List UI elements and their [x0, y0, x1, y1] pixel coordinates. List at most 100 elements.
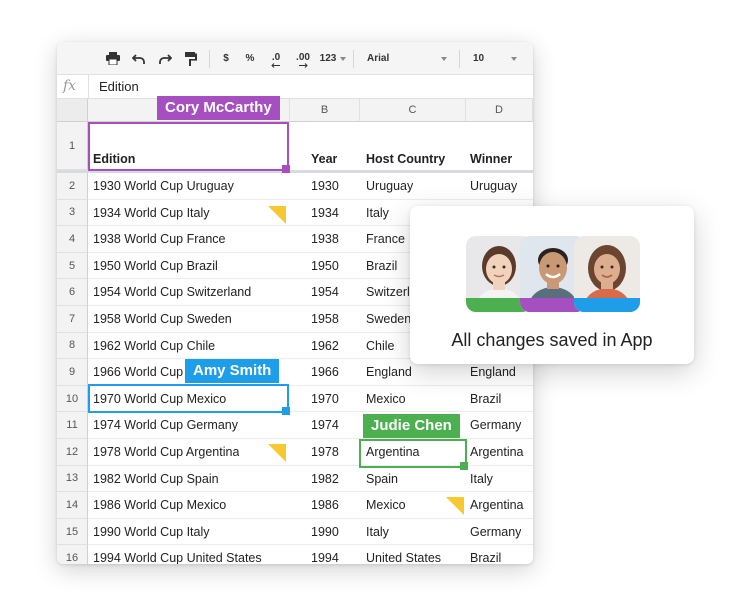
header-cell-host-country[interactable]: Host Country — [366, 152, 445, 166]
cell-year[interactable]: 1994 — [311, 551, 339, 564]
row-header[interactable]: 14 — [57, 492, 88, 519]
row-header[interactable]: 10 — [57, 385, 88, 413]
cell-winner[interactable]: Argentina — [470, 498, 524, 512]
row-header[interactable]: 2 — [57, 173, 88, 200]
amy-selection-handle[interactable] — [282, 407, 290, 415]
cell-edition[interactable]: 1950 World Cup Brazil — [93, 259, 218, 273]
cell-year[interactable]: 1930 — [311, 179, 339, 193]
cory-selection-box — [88, 122, 289, 171]
cell-year[interactable]: 1966 — [311, 365, 339, 379]
cell-host-country[interactable]: Spain — [366, 472, 398, 486]
cell-winner[interactable]: Brazil — [470, 551, 501, 564]
cell-edition[interactable]: 1982 World Cup Spain — [93, 472, 219, 486]
formula-divider — [88, 75, 89, 99]
cell-host-country[interactable]: Uruguay — [366, 179, 413, 193]
judie-selection-handle[interactable] — [460, 462, 468, 470]
cell-year[interactable]: 1986 — [311, 498, 339, 512]
increase-decimals-button[interactable]: .00 — [291, 42, 315, 75]
cell-host-country[interactable]: United States — [366, 551, 441, 564]
cell-edition[interactable]: 1938 World Cup France — [93, 232, 225, 246]
cell-edition[interactable]: 1978 World Cup Argentina — [93, 445, 239, 459]
cell-year[interactable]: 1970 — [311, 392, 339, 406]
row-header[interactable]: 6 — [57, 279, 88, 306]
cell-winner[interactable]: England — [470, 365, 516, 379]
cell-winner[interactable]: Brazil — [470, 392, 501, 406]
row-gridline — [88, 198, 533, 200]
cell-year[interactable]: 1990 — [311, 525, 339, 539]
percent-button[interactable]: % — [241, 42, 259, 75]
chevron-down-icon — [511, 56, 517, 61]
row-header[interactable]: 16 — [57, 545, 88, 564]
cell-year[interactable]: 1954 — [311, 285, 339, 299]
cell-year[interactable]: 1982 — [311, 472, 339, 486]
cell-winner[interactable]: Uruguay — [470, 179, 517, 193]
amy-selection-box — [88, 384, 289, 413]
row-header[interactable]: 3 — [57, 199, 88, 227]
cell-edition[interactable]: 1954 World Cup Switzerland — [93, 285, 251, 299]
cell-year[interactable]: 1958 — [311, 312, 339, 326]
column-header-d[interactable]: D — [466, 99, 533, 122]
cell-edition[interactable]: 1930 World Cup Uruguay — [93, 179, 234, 193]
column-header-b[interactable]: B — [290, 99, 360, 122]
header-cell-winner[interactable]: Winner — [470, 152, 512, 166]
judie-selection-box — [359, 439, 467, 468]
cell-year[interactable]: 1950 — [311, 259, 339, 273]
cell-winner[interactable]: Argentina — [470, 445, 524, 459]
select-all-corner[interactable] — [57, 99, 88, 122]
row-header[interactable]: 7 — [57, 306, 88, 333]
row-header[interactable]: 13 — [57, 465, 88, 493]
number-format-dropdown[interactable]: 123 — [317, 42, 349, 75]
cory-selection-handle[interactable] — [282, 165, 290, 173]
undo-icon[interactable] — [129, 42, 149, 75]
cell-host-country[interactable]: Chile — [366, 339, 395, 353]
font-family-label: Arial — [367, 53, 390, 64]
cell-host-country[interactable]: Mexico — [366, 392, 406, 406]
cell-host-country[interactable]: England — [366, 365, 412, 379]
font-size-dropdown[interactable]: 10 — [467, 42, 523, 75]
cell-year[interactable]: 1938 — [311, 232, 339, 246]
cell-winner[interactable]: Germany — [470, 525, 521, 539]
row-header[interactable]: 9 — [57, 359, 88, 386]
cell-host-country[interactable]: Sweden — [366, 312, 411, 326]
row-header[interactable]: 11 — [57, 412, 88, 439]
cell-year[interactable]: 1962 — [311, 339, 339, 353]
print-icon[interactable] — [103, 42, 123, 75]
cell-edition[interactable]: 1986 World Cup Mexico — [93, 498, 226, 512]
row-header[interactable]: 5 — [57, 252, 88, 280]
row-header[interactable]: 12 — [57, 439, 88, 466]
currency-button[interactable]: $ — [217, 42, 235, 75]
cell-host-country[interactable]: Italy — [366, 525, 389, 539]
comment-flag-icon[interactable] — [268, 206, 286, 224]
row-header[interactable]: 15 — [57, 518, 88, 546]
paint-format-icon[interactable] — [181, 42, 201, 75]
cell-winner[interactable]: Germany — [470, 418, 521, 432]
redo-icon[interactable] — [155, 42, 175, 75]
row-header[interactable]: 1 — [57, 122, 88, 170]
cell-host-country[interactable]: Brazil — [366, 259, 397, 273]
comment-flag-icon[interactable] — [446, 497, 464, 515]
row-header[interactable]: 8 — [57, 332, 88, 360]
decrease-decimals-button[interactable]: .0 — [265, 42, 287, 75]
column-header-c[interactable]: C — [360, 99, 466, 122]
row-header[interactable]: 4 — [57, 226, 88, 253]
cell-winner[interactable]: Italy — [470, 472, 493, 486]
cell-host-country[interactable]: France — [366, 232, 405, 246]
cell-host-country[interactable]: Italy — [366, 206, 389, 220]
cell-year[interactable]: 1978 — [311, 445, 339, 459]
save-status-message: All changes saved in App — [451, 330, 653, 350]
font-family-dropdown[interactable]: Arial — [361, 42, 453, 75]
fx-icon: fx — [63, 78, 77, 94]
header-cell-year[interactable]: Year — [311, 152, 337, 166]
comment-flag-icon[interactable] — [268, 444, 286, 462]
cell-year[interactable]: 1934 — [311, 206, 339, 220]
cell-edition[interactable]: 1962 World Cup Chile — [93, 339, 215, 353]
cell-edition[interactable]: 1958 World Cup Sweden — [93, 312, 232, 326]
cell-year[interactable]: 1974 — [311, 418, 339, 432]
cell-host-country[interactable]: Mexico — [366, 498, 406, 512]
arrow-right-icon — [299, 63, 308, 68]
cell-edition[interactable]: 1974 World Cup Germany — [93, 418, 238, 432]
cell-edition[interactable]: 1934 World Cup Italy — [93, 206, 210, 220]
cell-edition[interactable]: 1994 World Cup United States — [93, 551, 262, 564]
formula-input[interactable]: Edition — [99, 79, 139, 94]
cell-edition[interactable]: 1990 World Cup Italy — [93, 525, 210, 539]
